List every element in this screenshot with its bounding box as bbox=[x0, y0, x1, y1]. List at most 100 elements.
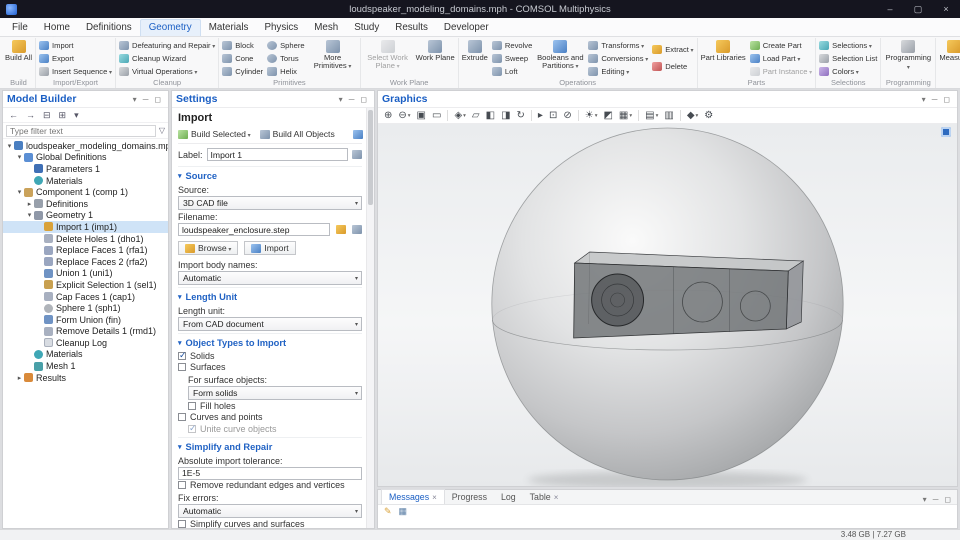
zoom-in-icon[interactable]: ⊕ bbox=[384, 108, 392, 124]
messages-tab[interactable]: Progress bbox=[445, 490, 494, 504]
ribbon-tab[interactable]: Materials bbox=[201, 20, 257, 36]
part-instance-button[interactable]: Part Instance bbox=[749, 65, 813, 77]
tree-item[interactable]: Import 1 (imp1) bbox=[3, 221, 168, 233]
float-panel-icon[interactable] bbox=[151, 95, 164, 104]
build-selected-button[interactable]: Build Selected bbox=[178, 129, 251, 139]
tree-item[interactable]: Form Union (fin) bbox=[3, 314, 168, 326]
settings-scrollbar[interactable] bbox=[366, 108, 374, 528]
woofer-driver[interactable] bbox=[592, 274, 644, 326]
colors-button[interactable]: Colors bbox=[818, 65, 878, 77]
open-table-icon[interactable]: ▦ bbox=[399, 506, 408, 517]
minimize-panel-icon[interactable] bbox=[346, 95, 358, 104]
tree-item[interactable]: ▾ Component 1 (comp 1) bbox=[3, 186, 168, 198]
part-libraries-button[interactable]: Part Libraries bbox=[700, 38, 747, 78]
select-work-plane-button[interactable]: Select Work Plane bbox=[363, 38, 413, 78]
surface-objects-dropdown[interactable]: Form solids bbox=[188, 386, 362, 400]
cylinder-button[interactable]: Cylinder bbox=[221, 65, 264, 77]
torus-button[interactable]: Torus bbox=[266, 52, 306, 64]
section-header-object-types[interactable]: Object Types to Import bbox=[178, 333, 362, 350]
tree-item[interactable]: ▾ Geometry 1 bbox=[3, 210, 168, 222]
tree-item[interactable]: Parameters 1 bbox=[3, 163, 168, 175]
ribbon-tab[interactable]: Developer bbox=[436, 20, 497, 36]
section-header-length-unit[interactable]: Length Unit bbox=[178, 287, 362, 304]
checkbox[interactable] bbox=[178, 352, 186, 360]
clear-messages-icon[interactable]: ✎ bbox=[384, 506, 392, 517]
checkbox-row[interactable]: Surfaces bbox=[178, 362, 362, 374]
messages-tab[interactable]: Table bbox=[523, 490, 566, 504]
scrollbar-thumb[interactable] bbox=[368, 110, 373, 205]
extract-button[interactable]: Extract bbox=[651, 43, 694, 55]
panel-menu-icon[interactable] bbox=[919, 95, 929, 104]
panel-menu-icon[interactable] bbox=[920, 495, 930, 504]
measure-button[interactable]: Measure bbox=[938, 38, 960, 78]
viewport-indicator-icon[interactable] bbox=[941, 127, 951, 137]
expand-arrow-icon[interactable]: ▾ bbox=[25, 211, 34, 219]
cleanup-wizard-button[interactable]: Cleanup Wizard bbox=[118, 52, 216, 64]
checkbox-row[interactable]: Simplify curves and surfaces bbox=[178, 518, 362, 528]
transparency-icon[interactable]: ◩ bbox=[603, 108, 612, 124]
checkbox[interactable] bbox=[178, 363, 186, 371]
minimize-button[interactable]: – bbox=[876, 0, 904, 18]
image-snapshot-icon[interactable]: ▤ bbox=[645, 108, 658, 124]
checkbox[interactable] bbox=[188, 425, 196, 433]
tree-item[interactable]: Union 1 (uni1) bbox=[3, 268, 168, 280]
expand-all-icon[interactable]: ⊞ bbox=[59, 108, 67, 123]
refresh-file-icon[interactable] bbox=[352, 225, 362, 234]
tree-item[interactable]: ▾ loudspeaker_modeling_domains.mph (root… bbox=[3, 140, 168, 152]
deselect-icon[interactable]: ⊘ bbox=[563, 108, 571, 124]
expand-arrow-icon[interactable]: ▸ bbox=[25, 200, 34, 208]
tree-item[interactable]: Replace Faces 1 (rfa1) bbox=[3, 244, 168, 256]
float-panel-icon[interactable] bbox=[940, 95, 953, 104]
rotate-view-icon[interactable]: ↻ bbox=[517, 108, 525, 124]
view-yz-plane-icon[interactable]: ◧ bbox=[486, 108, 495, 124]
scene-light-icon[interactable]: ☀ bbox=[585, 108, 598, 124]
label-options-icon[interactable] bbox=[352, 150, 362, 159]
maximize-button[interactable]: ▢ bbox=[904, 0, 932, 18]
minimize-panel-icon[interactable] bbox=[930, 495, 942, 504]
tree-item[interactable]: Materials bbox=[3, 175, 168, 187]
minimize-panel-icon[interactable] bbox=[140, 95, 152, 104]
nav-back-icon[interactable]: ← bbox=[9, 108, 18, 123]
close-button[interactable]: × bbox=[932, 0, 960, 18]
more-primitives-button[interactable]: More Primitives bbox=[308, 38, 358, 78]
ribbon-tab[interactable]: Physics bbox=[256, 20, 306, 36]
scene-settings-icon[interactable]: ⚙ bbox=[704, 108, 713, 124]
tree-item[interactable]: Replace Faces 2 (rfa2) bbox=[3, 256, 168, 268]
ribbon-tab[interactable]: Results bbox=[387, 20, 436, 36]
tree-item[interactable]: ▸ Definitions bbox=[3, 198, 168, 210]
checkbox-row[interactable]: Solids bbox=[178, 350, 362, 362]
print-icon[interactable]: ▥ bbox=[664, 108, 673, 124]
checkbox[interactable] bbox=[188, 402, 196, 410]
conversions-button[interactable]: Conversions bbox=[587, 52, 649, 64]
tree-item[interactable]: Sphere 1 (sph1) bbox=[3, 302, 168, 314]
collapse-all-icon[interactable]: ⊟ bbox=[43, 108, 51, 123]
wireframe-rendering-icon[interactable]: ▦ bbox=[619, 108, 632, 124]
tree-item[interactable]: ▾ Global Definitions bbox=[3, 152, 168, 164]
open-file-icon[interactable] bbox=[336, 225, 346, 234]
section-header-source[interactable]: Source bbox=[178, 166, 362, 183]
ribbon-tab[interactable]: File bbox=[4, 20, 36, 36]
box-select-icon[interactable]: ⊡ bbox=[549, 108, 557, 124]
tree-item[interactable]: Delete Holes 1 (dho1) bbox=[3, 233, 168, 245]
import-file-button[interactable]: Import bbox=[244, 241, 295, 255]
sphere-button[interactable]: Sphere bbox=[266, 39, 306, 51]
editing-button[interactable]: Editing bbox=[587, 65, 649, 77]
messages-tab[interactable]: Log bbox=[494, 490, 523, 504]
selection-colors-icon[interactable]: ◆ bbox=[687, 108, 698, 124]
settings-extra-icon[interactable] bbox=[353, 130, 363, 139]
ribbon-tab[interactable]: Geometry bbox=[140, 19, 201, 36]
create-part-button[interactable]: Create Part bbox=[749, 39, 813, 51]
filter-options-icon[interactable]: ▽ bbox=[159, 126, 165, 135]
length-unit-dropdown[interactable]: From CAD document bbox=[178, 317, 362, 331]
transforms-button[interactable]: Transforms bbox=[587, 39, 649, 51]
checkbox-row[interactable]: Curves and points bbox=[178, 412, 362, 424]
tree-item[interactable]: ▸ Results bbox=[3, 372, 168, 384]
label-input[interactable] bbox=[207, 148, 348, 161]
tolerance-input[interactable] bbox=[178, 467, 362, 480]
virtual-operations-button[interactable]: Virtual Operations bbox=[118, 65, 216, 77]
checkbox-row[interactable]: Fill holes bbox=[188, 400, 362, 412]
view-xz-plane-icon[interactable]: ◨ bbox=[501, 108, 510, 124]
expand-arrow-icon[interactable]: ▾ bbox=[15, 188, 24, 196]
checkbox[interactable] bbox=[178, 413, 186, 421]
selection-list-button[interactable]: Selection List bbox=[818, 52, 878, 64]
